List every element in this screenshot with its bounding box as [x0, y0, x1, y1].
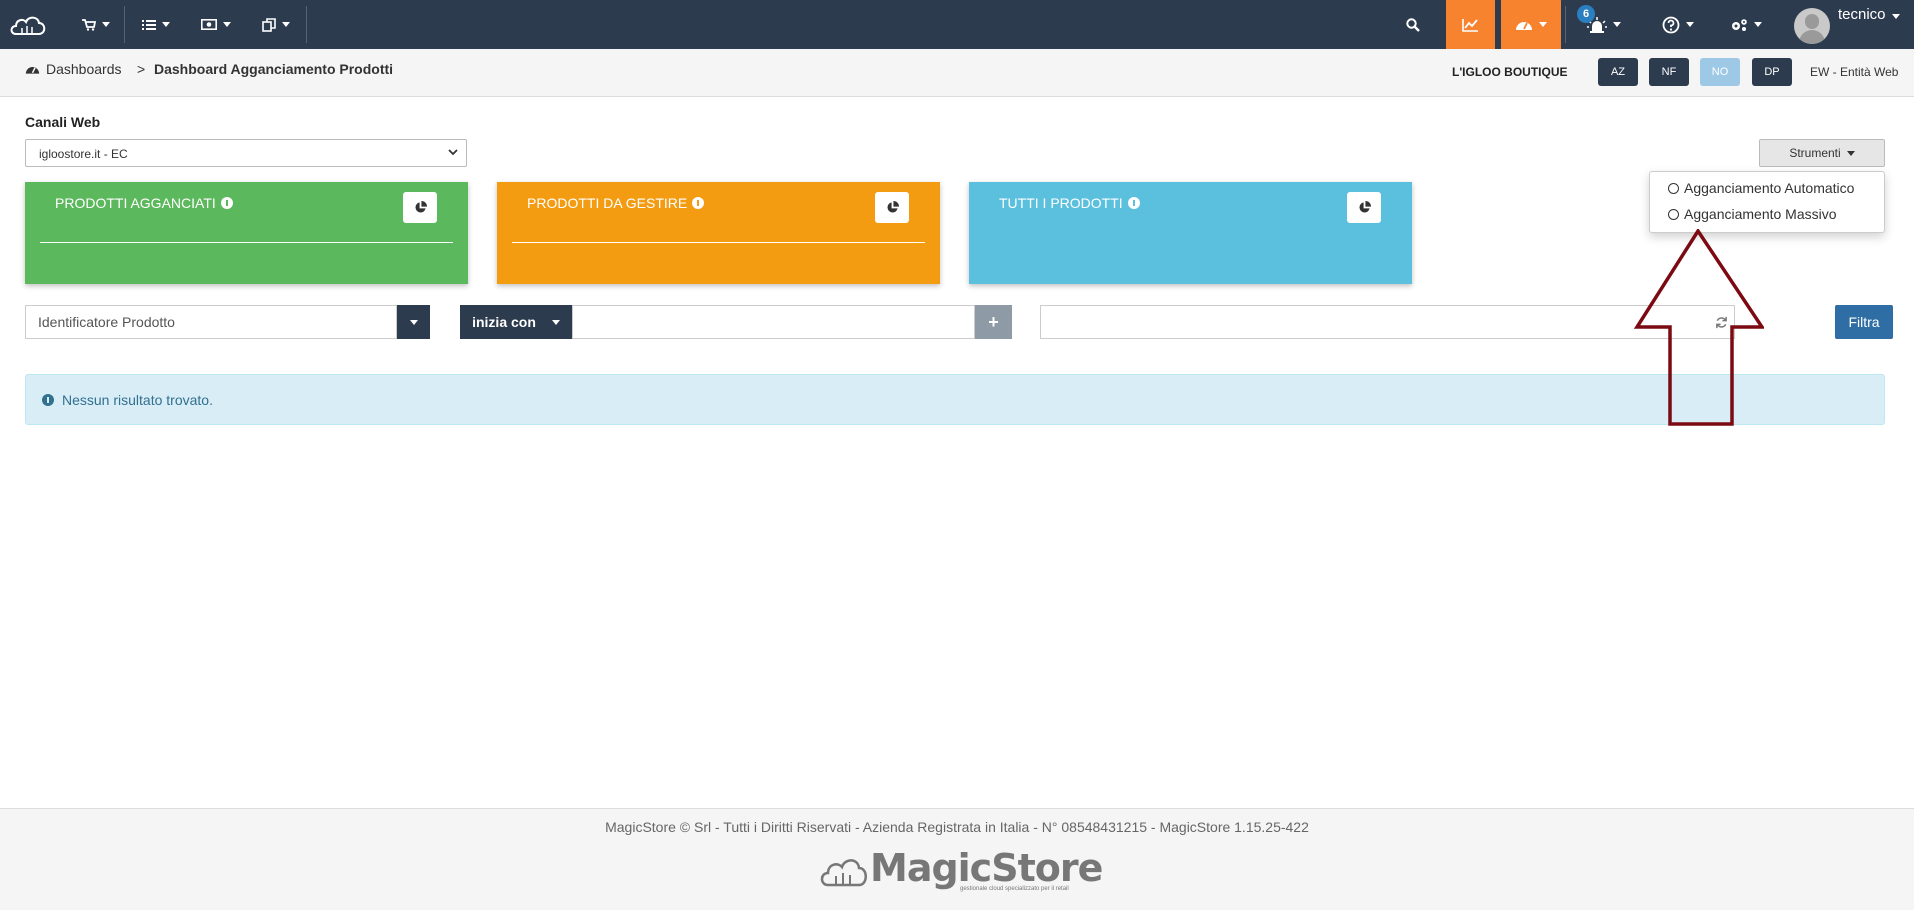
- cart-icon: [82, 18, 96, 31]
- menu-item-label: Agganciamento Massivo: [1684, 206, 1837, 222]
- avatar[interactable]: [1794, 8, 1830, 44]
- user-menu[interactable]: tecnico: [1838, 6, 1900, 23]
- info-icon[interactable]: [692, 197, 705, 209]
- identificatore-label: Identificatore Prodotto: [38, 314, 175, 330]
- strumenti-menu: Agganciamento Automatico Agganciamento M…: [1649, 171, 1885, 233]
- card-title: TUTTI I PRODOTTI: [999, 195, 1140, 211]
- cloud-logo-icon: [820, 859, 867, 887]
- menu-item-label: Agganciamento Automatico: [1684, 180, 1855, 196]
- logo-text: MagicStore: [870, 846, 1103, 890]
- radio-icon: [1668, 182, 1679, 194]
- company-name: L'IGLOO BOUTIQUE: [1452, 65, 1568, 79]
- menu-item-agganciamento-automatico[interactable]: Agganciamento Automatico: [1668, 180, 1854, 196]
- user-name: tecnico: [1838, 6, 1886, 23]
- no-results-alert: Nessun risultato trovato.: [25, 374, 1885, 425]
- filtra-button[interactable]: Filtra: [1835, 305, 1893, 339]
- canali-web-select[interactable]: igloostore.it - EC: [25, 139, 467, 167]
- line-chart-icon: [1462, 18, 1478, 32]
- canali-web-label: Canali Web: [25, 114, 101, 130]
- menu-item-agganciamento-massivo[interactable]: Agganciamento Massivo: [1668, 206, 1837, 222]
- search-button[interactable]: [1398, 0, 1428, 49]
- logo-tagline: gestionale cloud specializzato per il re…: [960, 886, 1069, 892]
- list-menu[interactable]: [138, 0, 174, 49]
- pie-chart-icon: [886, 201, 899, 213]
- store-button-az[interactable]: AZ: [1598, 58, 1638, 86]
- info-icon[interactable]: [1127, 197, 1140, 209]
- alert-message: Nessun risultato trovato.: [62, 391, 213, 408]
- store-button-dp[interactable]: DP: [1752, 58, 1792, 86]
- dashboard-gauge-icon: [25, 66, 40, 74]
- card-prodotti-da-gestire: PRODOTTI DA GESTIRE: [497, 182, 940, 284]
- money-icon: [201, 19, 217, 30]
- dashboard-menu[interactable]: [1501, 0, 1561, 49]
- add-filter-button[interactable]: +: [975, 305, 1012, 339]
- top-navbar: tecnico: [0, 0, 1914, 49]
- help-menu[interactable]: [1658, 0, 1698, 49]
- plus-icon: +: [988, 311, 999, 332]
- card-title-text: PRODOTTI AGGANCIATI: [55, 195, 216, 211]
- radio-icon: [1668, 208, 1679, 220]
- settings-menu[interactable]: [1724, 0, 1768, 49]
- operator-dropdown[interactable]: inizia con: [460, 305, 572, 339]
- card-title: PRODOTTI DA GESTIRE: [527, 195, 705, 211]
- card-title-text: TUTTI I PRODOTTI: [999, 195, 1123, 211]
- chevron-down-icon: [448, 149, 458, 156]
- info-icon: [42, 393, 54, 406]
- card-divider: [40, 242, 453, 243]
- copy-icon: [262, 17, 276, 32]
- card-title-text: PRODOTTI DA GESTIRE: [527, 195, 688, 211]
- documents-menu[interactable]: [258, 0, 294, 49]
- footer-copyright: MagicStore © Srl - Tutti i Diritti Riser…: [605, 819, 1309, 835]
- secondary-filter-input[interactable]: [1040, 305, 1735, 339]
- analytics-button[interactable]: [1446, 0, 1495, 49]
- notification-badge: 6: [1577, 5, 1595, 23]
- magicstore-logo: MagicStore gestionale cloud specializzat…: [818, 846, 1103, 892]
- cloud-logo-icon[interactable]: [6, 0, 50, 49]
- cart-menu[interactable]: [78, 0, 114, 49]
- page-title: Dashboard Agganciamento Prodotti: [154, 61, 394, 77]
- strumenti-dropdown-button[interactable]: Strumenti: [1759, 139, 1885, 167]
- identificatore-prodotto-select[interactable]: Identificatore Prodotto: [25, 305, 397, 339]
- breadcrumb-separator: >: [137, 61, 146, 77]
- card-title: PRODOTTI AGGANCIATI: [55, 195, 233, 211]
- search-icon: [1406, 17, 1420, 32]
- store-button-no[interactable]: NO: [1700, 58, 1740, 86]
- breadcrumb-root: Dashboards: [46, 61, 122, 77]
- card-divider: [512, 242, 925, 243]
- canali-web-value: igloostore.it - EC: [39, 147, 128, 161]
- info-icon[interactable]: [220, 197, 233, 209]
- annotation-arrow-icon: [1634, 229, 1764, 426]
- list-icon: [142, 19, 156, 30]
- pie-chart-icon: [414, 201, 427, 213]
- help-icon: [1662, 16, 1680, 33]
- pie-chart-icon: [1358, 201, 1371, 213]
- pie-chart-button[interactable]: [1347, 192, 1381, 223]
- breadcrumb-dashboards-link[interactable]: Dashboards: [25, 61, 122, 77]
- store-button-nf[interactable]: NF: [1649, 58, 1689, 86]
- strumenti-label: Strumenti: [1789, 146, 1841, 160]
- dashboard-gauge-icon: [1516, 21, 1532, 30]
- identificatore-dropdown-toggle[interactable]: [397, 305, 430, 339]
- card-prodotti-agganciati: PRODOTTI AGGANCIATI: [25, 182, 468, 284]
- search-value-input[interactable]: [572, 305, 975, 339]
- pie-chart-button[interactable]: [875, 192, 909, 223]
- operator-label: inizia con: [472, 314, 536, 330]
- entity-label: EW - Entità Web: [1810, 65, 1899, 79]
- money-menu[interactable]: [198, 0, 234, 49]
- pie-chart-button[interactable]: [403, 192, 437, 223]
- card-tutti-i-prodotti: TUTTI I PRODOTTI: [969, 182, 1412, 284]
- gears-icon: [1732, 18, 1747, 31]
